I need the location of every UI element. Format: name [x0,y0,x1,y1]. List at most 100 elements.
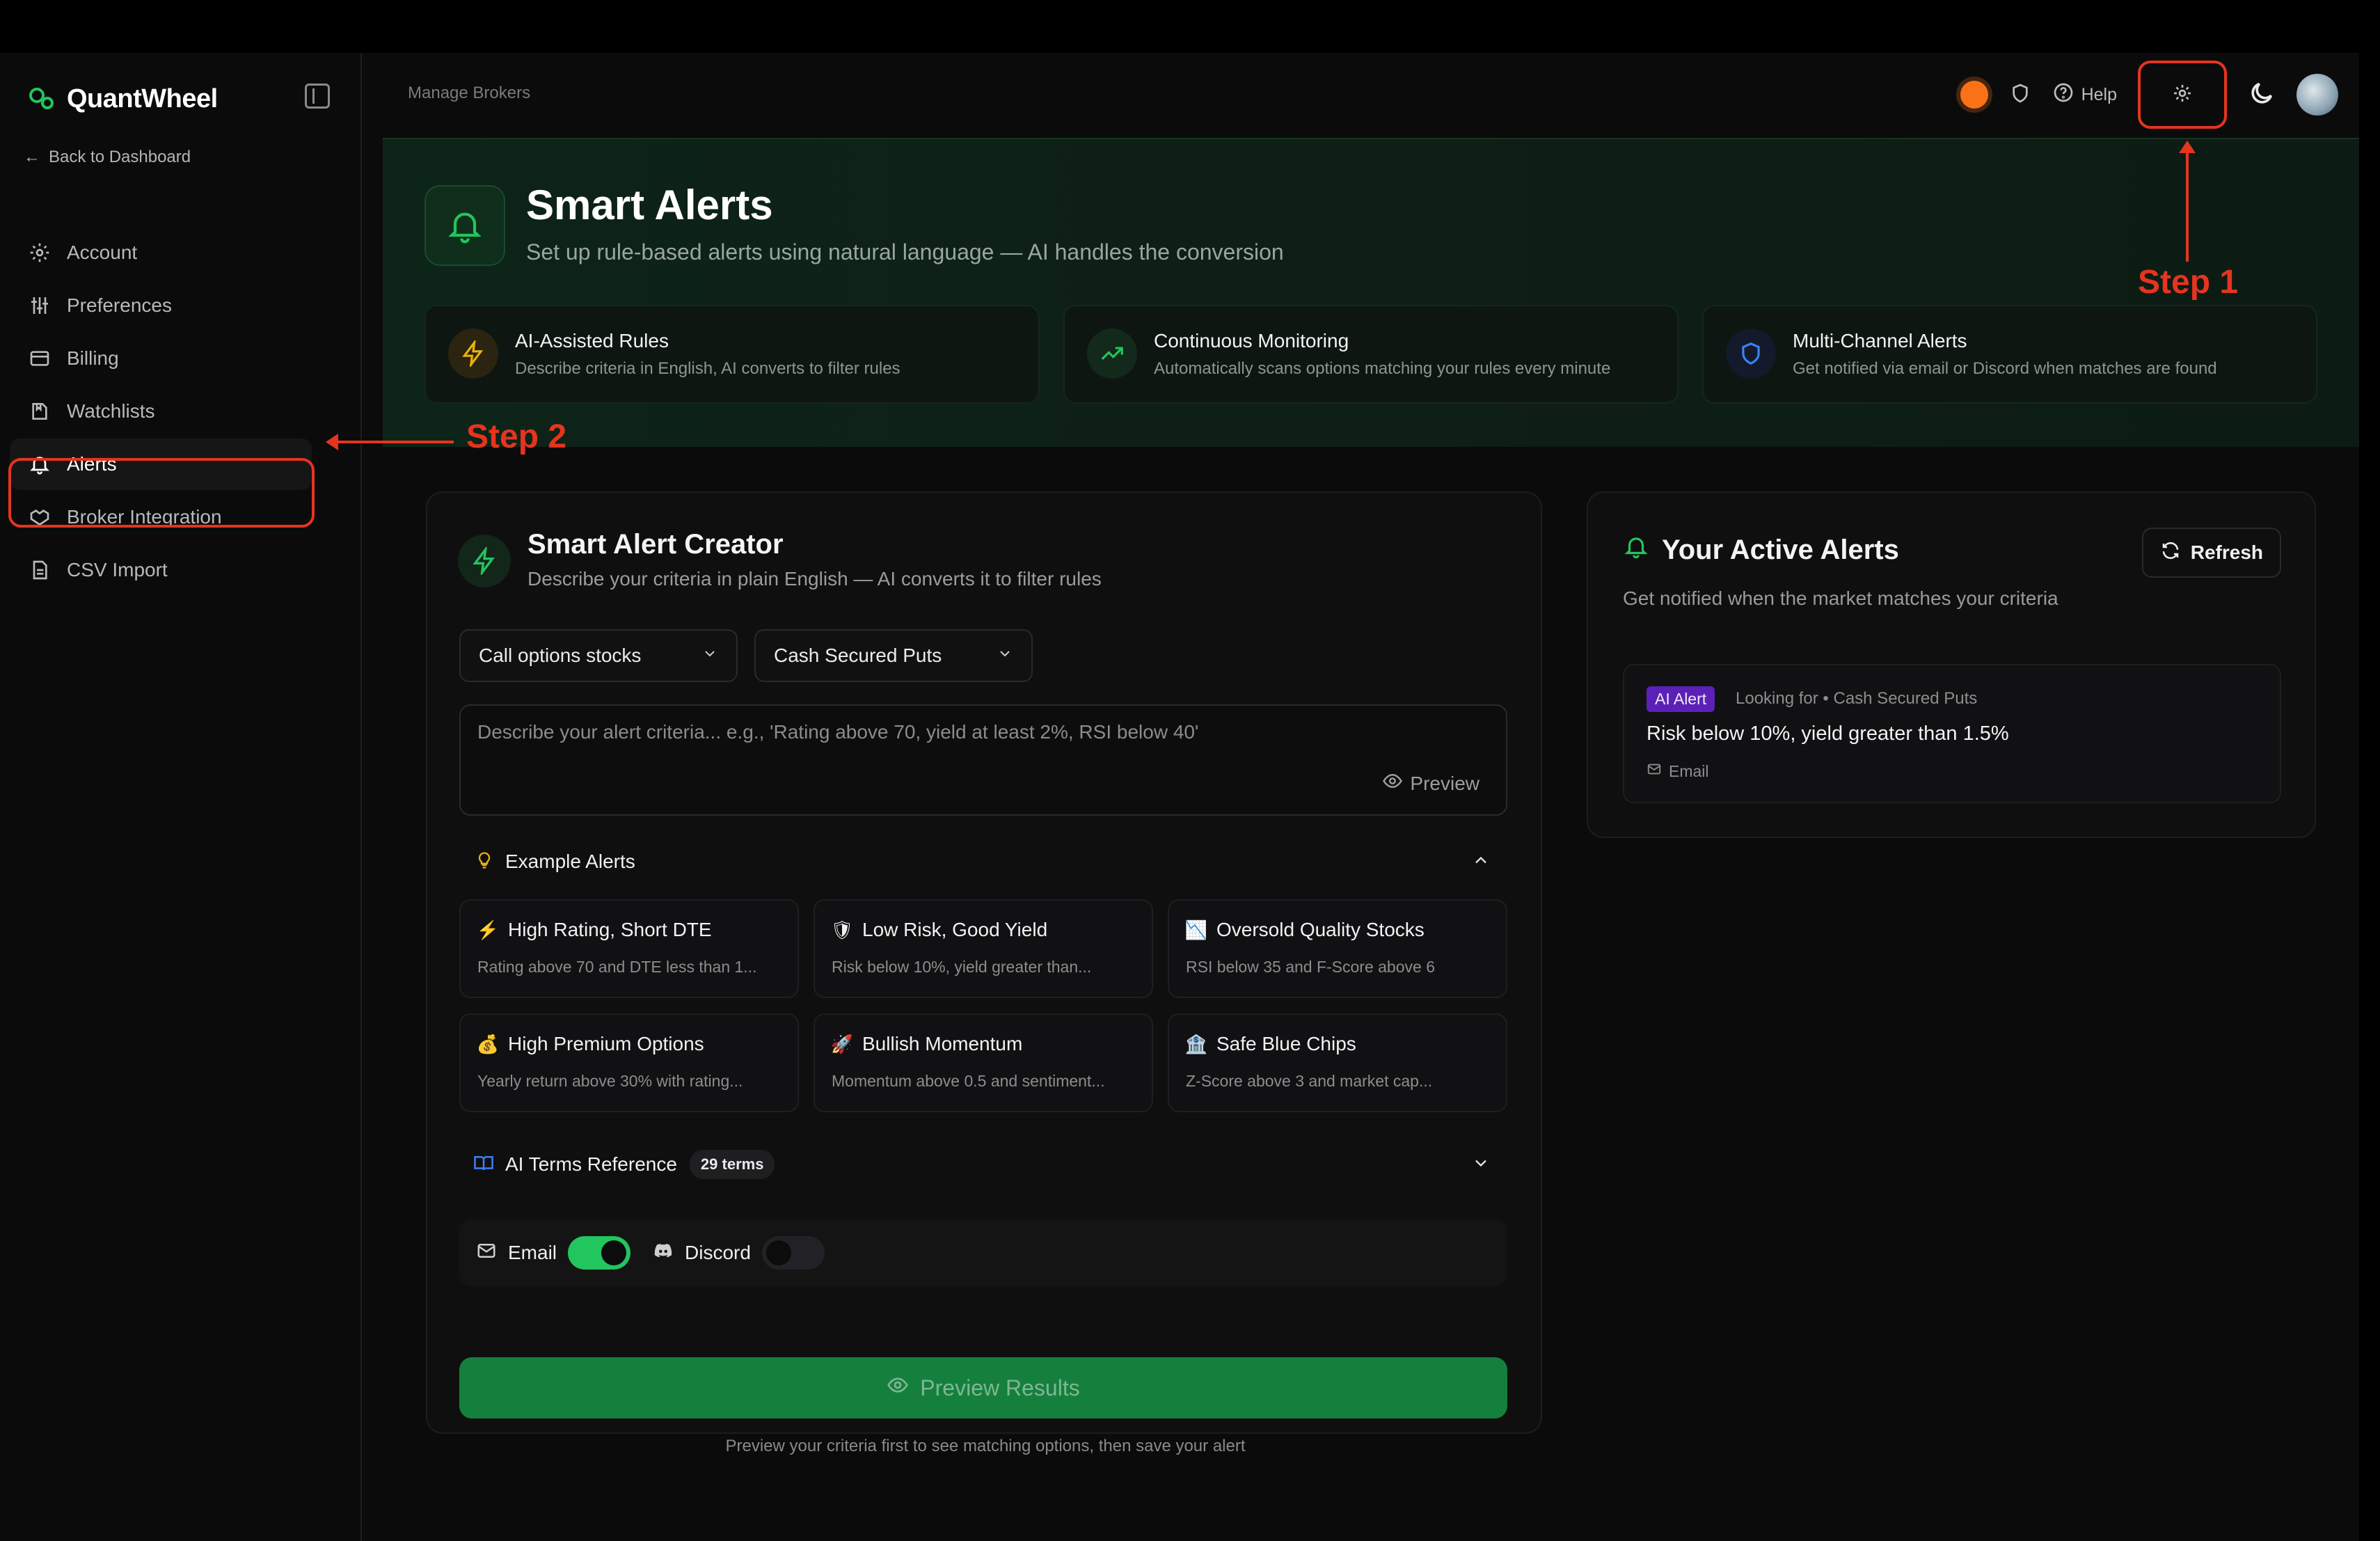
sidebar-item-preferences[interactable]: Preferences [10,280,312,331]
chevron-down-icon [1471,1153,1491,1176]
example-card[interactable]: ⚡ High Rating, Short DTE Rating above 70 … [459,899,799,998]
sidebar-item-label: Preferences [67,294,172,316]
active-alerts-panel: Your Active Alerts Get notified when the… [1587,491,2316,838]
chevron-down-icon [997,645,1013,667]
example-card[interactable]: 🚀 Bullish Momentum Momentum above 0.5 and… [814,1013,1153,1112]
shield-icon [1726,329,1776,379]
active-alerts-title-text: Your Active Alerts [1662,534,1899,565]
sidebar-item-watchlists[interactable]: Watchlists [10,386,312,437]
gear-icon [2171,82,2193,108]
example-title: Oversold Quality Stocks [1216,919,1425,940]
collapse-sidebar-icon[interactable] [305,84,330,109]
strategy-select[interactable]: Cash Secured Puts [754,629,1033,682]
category-select[interactable]: Call options stocks [459,629,738,682]
eye-icon [1382,770,1403,796]
book-icon [473,1153,494,1177]
main-content: Manage Brokers Help Smart Alerts Set up … [363,53,2359,1541]
logo-icon [26,84,57,114]
discord-label: Discord [685,1242,751,1263]
lightbulb-icon [475,851,494,874]
help-button[interactable]: Help [2052,81,2117,109]
alert-rule: Risk below 10%, yield greater than 1.5% [1647,722,2009,745]
sidebar-item-csv-import[interactable]: CSV Import [10,544,312,596]
gear-icon [28,241,51,264]
feature-title: AI-Assisted Rules [515,330,669,351]
lightning-icon [458,535,511,587]
example-desc: Rating above 70 and DTE less than 1... [477,958,757,976]
feature-title: Continuous Monitoring [1154,330,1349,351]
shield-icon[interactable] [2009,82,2031,108]
step-2-highlight [8,458,315,528]
example-desc: Risk below 10%, yield greater than... [832,958,1092,976]
example-alerts-label: Example Alerts [505,851,635,872]
preview-link[interactable]: Preview [1382,770,1479,796]
topbar-actions: Help [1960,61,2338,129]
smart-alert-creator: Smart Alert Creator Describe your criter… [426,491,1542,1455]
email-toggle[interactable] [568,1236,631,1270]
preview-results-button[interactable]: Preview Results [459,1357,1507,1418]
alert-channel-label: Email [1669,761,1709,780]
preview-results-label: Preview Results [920,1375,1080,1400]
feature-card-multi-channel: Multi-Channel Alerts Get notified via em… [1702,305,2317,404]
feature-desc: Describe criteria in English, AI convert… [515,359,901,378]
settings-button[interactable] [2138,61,2227,129]
example-card[interactable]: 💰 High Premium Options Yearly return abov… [459,1013,799,1112]
lightning-icon [448,329,498,379]
moon-icon[interactable] [2248,79,2276,111]
back-label: Back to Dashboard [49,148,191,166]
sidebar-nav: Account Preferences Billing Watchlists A… [10,227,312,597]
mail-icon [1647,761,1662,781]
breadcrumb[interactable]: Manage Brokers [408,84,530,103]
discord-toggle[interactable] [761,1236,825,1270]
example-desc: RSI below 35 and F-Score above 6 [1186,958,1435,976]
file-icon [28,558,51,582]
shield-icon: 🛡 [830,919,854,940]
app-window: QuantWheel ← Back to Dashboard Account P… [0,53,2359,1541]
app-logo[interactable]: QuantWheel [26,78,218,120]
alert-criteria-input[interactable]: Describe your alert criteria... e.g., 'R… [459,704,1507,816]
sliders-icon [28,294,51,317]
alert-criteria-placeholder: Describe your alert criteria... e.g., 'R… [477,721,1199,743]
example-title: Bullish Momentum [862,1033,1023,1054]
step-1-label: Step 1 [2138,264,2239,301]
example-title: Safe Blue Chips [1216,1033,1356,1054]
example-card[interactable]: 📉 Oversold Quality Stocks RSI below 35 an… [1168,899,1507,998]
example-title: Low Risk, Good Yield [862,919,1048,940]
help-circle-icon [2052,81,2074,109]
refresh-button[interactable]: Refresh [2141,528,2281,578]
terms-count-badge: 29 terms [689,1150,775,1179]
sidebar-item-billing[interactable]: Billing [10,333,312,384]
active-alert-item[interactable]: AI Alert Looking for • Cash Secured Puts… [1623,664,2281,803]
ai-terms-toggle[interactable]: AI Terms Reference 29 terms [459,1140,1507,1189]
chevron-up-icon [1471,851,1491,874]
status-indicator-icon[interactable] [1960,81,1988,109]
step-1-arrow-icon [2179,141,2196,262]
feature-desc: Get notified via email or Discord when m… [1793,359,2217,378]
feature-desc: Automatically scans options matching you… [1154,359,1611,378]
alert-channel: Email [1647,761,1709,781]
bell-icon [425,185,505,266]
example-card[interactable]: 🛡 Low Risk, Good Yield Risk below 10%, yi… [814,899,1153,998]
example-card[interactable]: 🏦 Safe Blue Chips Z-Score above 3 and mar… [1168,1013,1507,1112]
avatar[interactable] [2296,74,2338,116]
rocket-icon: 🚀 [830,1033,854,1054]
sidebar: QuantWheel ← Back to Dashboard Account P… [0,53,362,1541]
category-select-value: Call options stocks [479,645,642,666]
discord-icon [653,1240,674,1266]
sidebar-item-account[interactable]: Account [10,227,312,278]
strategy-select-value: Cash Secured Puts [774,645,942,666]
alert-strategy: Looking for • Cash Secured Puts [1736,689,1978,708]
sidebar-item-label: Watchlists [67,400,155,422]
example-alerts-toggle[interactable]: Example Alerts [459,841,1507,883]
bell-icon [1623,533,1649,567]
example-alerts-grid: ⚡ High Rating, Short DTE Rating above 70 … [459,899,1507,1112]
feature-card-ai-rules: AI-Assisted Rules Describe criteria in E… [425,305,1040,404]
trending-up-icon [1087,329,1137,379]
money-bag-icon: 💰 [476,1033,500,1054]
hero-banner: Smart Alerts Set up rule-based alerts us… [383,138,2359,447]
page-subtitle: Set up rule-based alerts using natural l… [526,239,1284,264]
active-alerts-subtitle: Get notified when the market matches you… [1623,587,2058,609]
back-to-dashboard-link[interactable]: ← Back to Dashboard [24,148,191,167]
example-title: High Premium Options [508,1033,704,1054]
creator-subtitle: Describe your criteria in plain English … [527,568,1102,590]
